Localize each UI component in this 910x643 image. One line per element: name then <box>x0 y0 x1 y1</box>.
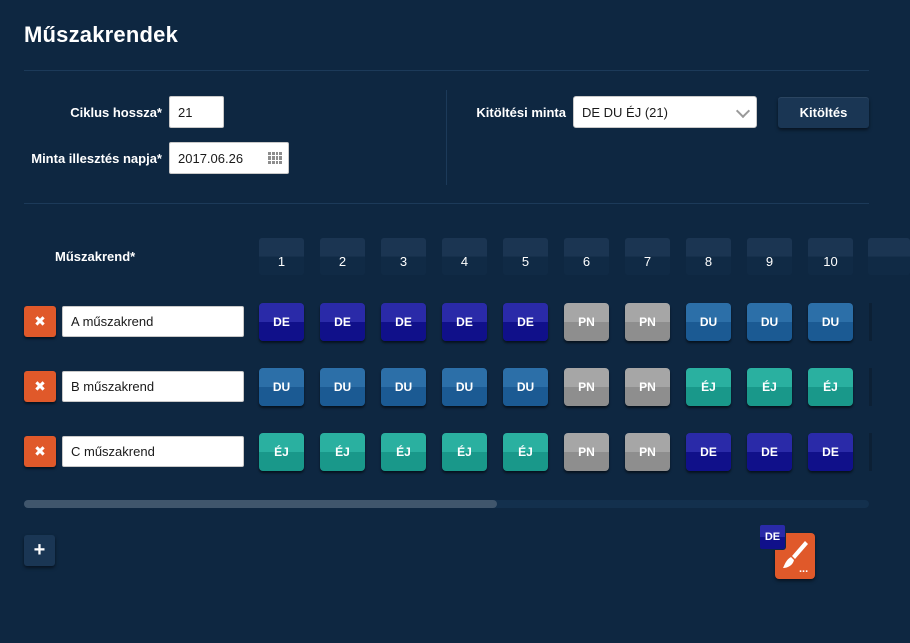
day-header-10: 10 <box>808 238 853 275</box>
fill-pattern-select[interactable]: DE DU ÉJ (21) <box>573 96 757 128</box>
cycle-length-value: 21 <box>178 104 193 120</box>
shift-cell-partial <box>869 303 872 341</box>
shift-cell[interactable]: DE <box>503 303 548 341</box>
day-header-3: 3 <box>381 238 426 275</box>
shift-cell[interactable]: DE <box>320 303 365 341</box>
title-divider <box>24 70 869 71</box>
shift-cell[interactable]: DU <box>808 303 853 341</box>
pattern-date-label: Minta illesztés napja* <box>31 151 162 166</box>
day-header-8: 8 <box>686 238 731 275</box>
day-header-1: 1 <box>259 238 304 275</box>
grid-scrollbar-thumb[interactable] <box>24 500 497 508</box>
shift-cell[interactable]: ÉJ <box>320 433 365 471</box>
shift-cell[interactable]: DE <box>747 433 792 471</box>
shift-cell[interactable]: DU <box>259 368 304 406</box>
shift-cell[interactable]: PN <box>625 433 670 471</box>
pattern-date-input[interactable]: 2017.06.26 <box>169 142 289 174</box>
day-header-7: 7 <box>625 238 670 275</box>
shift-cell[interactable]: DE <box>808 433 853 471</box>
day-header-4: 4 <box>442 238 487 275</box>
cycle-length-input[interactable]: 21 <box>169 96 224 128</box>
shift-cell[interactable]: ÉJ <box>259 433 304 471</box>
cycle-length-label: Ciklus hossza* <box>70 105 162 120</box>
close-icon: ✖ <box>34 443 46 459</box>
add-shift-button[interactable]: + <box>24 535 55 566</box>
shift-cell[interactable]: PN <box>564 433 609 471</box>
shift-cell-partial <box>869 368 872 406</box>
shift-cell[interactable]: DE <box>381 303 426 341</box>
paint-shift-badge: DE <box>759 524 786 550</box>
pattern-date-value: 2017.06.26 <box>178 150 244 166</box>
close-icon: ✖ <box>34 378 46 394</box>
paint-options-dots: ... <box>799 563 809 575</box>
shift-cell[interactable]: DE <box>686 433 731 471</box>
shift-cell-partial <box>869 433 872 471</box>
shift-cell[interactable]: DU <box>503 368 548 406</box>
shift-cell[interactable]: ÉJ <box>747 368 792 406</box>
form-divider <box>24 203 869 204</box>
shift-cell[interactable]: PN <box>625 303 670 341</box>
shift-cell[interactable]: PN <box>564 303 609 341</box>
shift-cell[interactable]: ÉJ <box>442 433 487 471</box>
shift-name-input[interactable]: B műszakrend <box>62 371 244 402</box>
day-header-2: 2 <box>320 238 365 275</box>
fill-button[interactable]: Kitöltés <box>778 97 869 128</box>
close-icon: ✖ <box>34 313 46 329</box>
shift-cell[interactable]: DU <box>320 368 365 406</box>
shift-cell[interactable]: DE <box>442 303 487 341</box>
delete-row-button[interactable]: ✖ <box>24 306 56 337</box>
shift-cell[interactable]: ÉJ <box>503 433 548 471</box>
shift-cell[interactable]: DE <box>259 303 304 341</box>
day-header-9: 9 <box>747 238 792 275</box>
shift-name-input[interactable]: A műszakrend <box>62 306 244 337</box>
shift-cell[interactable]: DU <box>381 368 426 406</box>
page-title: Műszakrendek <box>24 22 179 47</box>
shift-cell[interactable]: PN <box>625 368 670 406</box>
shift-cell[interactable]: DU <box>442 368 487 406</box>
day-header-5: 5 <box>503 238 548 275</box>
shift-name-input[interactable]: C műszakrend <box>62 436 244 467</box>
calendar-icon[interactable] <box>268 152 282 164</box>
delete-row-button[interactable]: ✖ <box>24 436 56 467</box>
shift-column-label: Műszakrend* <box>55 249 136 264</box>
shift-cell[interactable]: PN <box>564 368 609 406</box>
fill-pattern-value: DE DU ÉJ (21) <box>582 104 668 120</box>
delete-row-button[interactable]: ✖ <box>24 371 56 402</box>
fill-pattern-label: Kitöltési minta <box>476 105 566 120</box>
shift-cell[interactable]: ÉJ <box>686 368 731 406</box>
day-header-partial <box>868 238 910 275</box>
shift-cell[interactable]: ÉJ <box>381 433 426 471</box>
shift-cell[interactable]: ÉJ <box>808 368 853 406</box>
shift-name-value: C műszakrend <box>71 444 155 459</box>
shift-cell[interactable]: DU <box>747 303 792 341</box>
plus-icon: + <box>33 539 46 561</box>
shift-name-value: A műszakrend <box>71 314 154 329</box>
shift-name-value: B műszakrend <box>71 379 155 394</box>
chevron-down-icon <box>735 103 751 119</box>
shift-cell[interactable]: DU <box>686 303 731 341</box>
day-header-6: 6 <box>564 238 609 275</box>
